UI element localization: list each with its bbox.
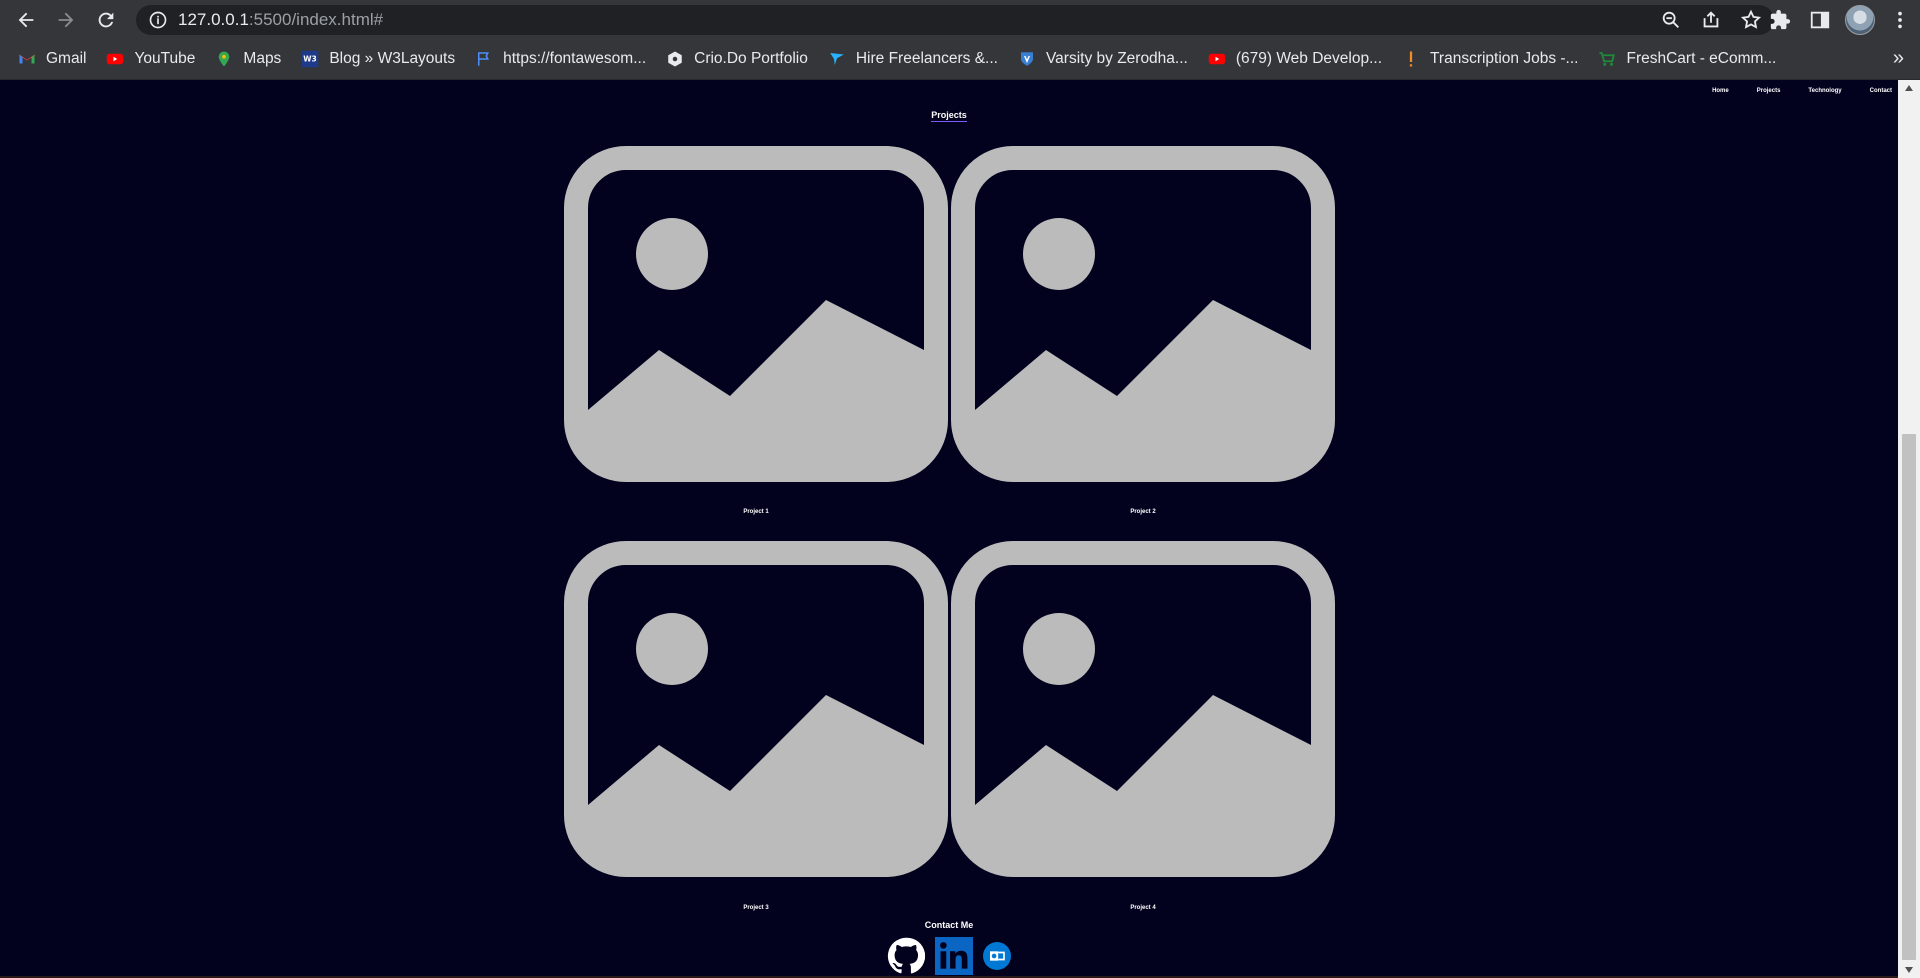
project-card[interactable]	[564, 541, 948, 877]
bookmark-label: Transcription Jobs -...	[1430, 50, 1579, 67]
avatar	[1845, 4, 1875, 35]
bookmark-label: Gmail	[46, 50, 87, 67]
more-bookmarks-icon[interactable]: »	[1893, 47, 1904, 70]
bookmark-label: (679) Web Develop...	[1235, 50, 1383, 67]
crio-icon	[666, 50, 684, 68]
project-card[interactable]	[951, 146, 1335, 482]
bookmark-label: Crio.Do Portfolio	[694, 50, 808, 67]
address-bar[interactable]: 127.0.0.1:5500/index.html#	[136, 5, 1774, 35]
nav-technology-link[interactable]: Technology	[1808, 88, 1841, 94]
chrome-menu-button[interactable]	[1880, 0, 1920, 39]
projects-heading: Projects	[0, 110, 1898, 122]
youtube-icon	[1208, 50, 1226, 68]
project-label: Project 2	[1130, 509, 1156, 515]
github-icon	[887, 937, 925, 974]
projects-heading-text: Projects	[931, 110, 967, 122]
site-nav: Home Projects Technology Contact	[1712, 88, 1892, 94]
nav-contact-link[interactable]: Contact	[1870, 88, 1892, 94]
scroll-down-arrow-icon[interactable]	[1898, 962, 1920, 978]
youtube-icon	[106, 50, 124, 68]
image-placeholder-icon	[951, 541, 1335, 877]
url-path: :5500/index.html#	[248, 10, 384, 29]
contact-heading: Contact Me	[0, 920, 1898, 930]
kebab-menu-icon	[1898, 11, 1902, 28]
bookmark-crio[interactable]: Crio.Do Portfolio	[658, 45, 818, 73]
bookmark-label: FreshCart - eComm...	[1626, 50, 1777, 67]
forward-arrow-icon	[58, 12, 74, 27]
share-icon[interactable]	[1700, 9, 1722, 31]
scroll-up-arrow-icon[interactable]	[1898, 80, 1920, 96]
image-placeholder-icon	[564, 541, 948, 877]
bookmark-label: YouTube	[134, 50, 196, 67]
exclamation-icon	[1402, 50, 1420, 68]
bookmark-label: Hire Freelancers &...	[855, 50, 998, 67]
bookmark-varsity[interactable]: Varsity by Zerodha...	[1010, 45, 1198, 73]
forward-button[interactable]	[46, 0, 86, 39]
side-panel-icon	[1810, 11, 1830, 28]
freshcart-icon	[1598, 50, 1616, 68]
side-panel-button[interactable]	[1800, 0, 1840, 39]
reload-icon	[98, 12, 114, 27]
profile-button[interactable]	[1840, 0, 1880, 39]
w3layouts-icon: W3	[301, 50, 319, 68]
page-scrollbar[interactable]	[1898, 80, 1920, 978]
image-placeholder-icon	[951, 146, 1335, 482]
nav-home-link[interactable]: Home	[1712, 88, 1729, 94]
extensions-button[interactable]	[1760, 0, 1800, 39]
puzzle-icon	[1770, 9, 1791, 29]
zoom-icon[interactable]	[1660, 9, 1682, 31]
url-host: 127.0.0.1	[178, 10, 249, 29]
bookmark-w3layouts[interactable]: W3 Blog » W3Layouts	[293, 45, 465, 73]
bookmark-star-icon[interactable]	[1740, 9, 1762, 31]
bookmark-youtube[interactable]: YouTube	[98, 45, 205, 73]
browser-toolbar: 127.0.0.1:5500/index.html#	[0, 0, 1920, 39]
maps-icon	[215, 50, 233, 68]
outlook-link[interactable]	[983, 942, 1011, 970]
bookmark-label: Blog » W3Layouts	[329, 50, 456, 67]
contact-heading-text: Contact Me	[924, 920, 974, 930]
linkedin-link[interactable]	[935, 937, 973, 975]
outlook-icon	[983, 942, 1011, 970]
bookmark-freelancer[interactable]: Hire Freelancers &...	[820, 45, 1008, 73]
bookmark-fontawesome[interactable]: https://fontawesom...	[467, 45, 656, 73]
image-placeholder-icon	[564, 146, 948, 482]
bookmark-freshcart[interactable]: FreshCart - eComm...	[1590, 45, 1786, 73]
bookmark-web-develop[interactable]: (679) Web Develop...	[1200, 45, 1392, 73]
project-label: Project 4	[1130, 905, 1156, 911]
svg-text:W3: W3	[304, 54, 318, 63]
url-text: 127.0.0.1:5500/index.html#	[178, 10, 383, 30]
scrollbar-thumb[interactable]	[1902, 434, 1916, 960]
bookmark-label: Varsity by Zerodha...	[1045, 50, 1188, 67]
bookmark-gmail[interactable]: Gmail	[10, 45, 96, 73]
flag-icon	[475, 50, 493, 68]
page-viewport: Home Projects Technology Contact Project…	[0, 80, 1898, 976]
gmail-icon	[18, 50, 36, 68]
bookmark-label: Maps	[243, 50, 282, 67]
reload-button[interactable]	[86, 0, 126, 39]
project-label: Project 1	[743, 509, 769, 515]
project-card[interactable]	[564, 146, 948, 482]
github-link[interactable]	[887, 937, 925, 975]
project-label: Project 3	[743, 905, 769, 911]
back-button[interactable]	[6, 0, 46, 39]
site-info-icon[interactable]	[148, 10, 168, 30]
back-arrow-icon	[18, 12, 34, 27]
bookmarks-bar: Gmail YouTube Maps W3 Blog » W3Layouts h…	[0, 39, 1920, 80]
social-links	[0, 937, 1898, 975]
project-card[interactable]	[951, 541, 1335, 877]
linkedin-icon	[935, 937, 973, 975]
freelancer-icon	[828, 50, 846, 68]
bookmark-label: https://fontawesom...	[503, 50, 647, 67]
varsity-icon	[1018, 50, 1036, 68]
bookmark-transcription[interactable]: Transcription Jobs -...	[1394, 45, 1588, 73]
nav-projects-link[interactable]: Projects	[1757, 88, 1781, 94]
bookmark-maps[interactable]: Maps	[207, 45, 291, 73]
